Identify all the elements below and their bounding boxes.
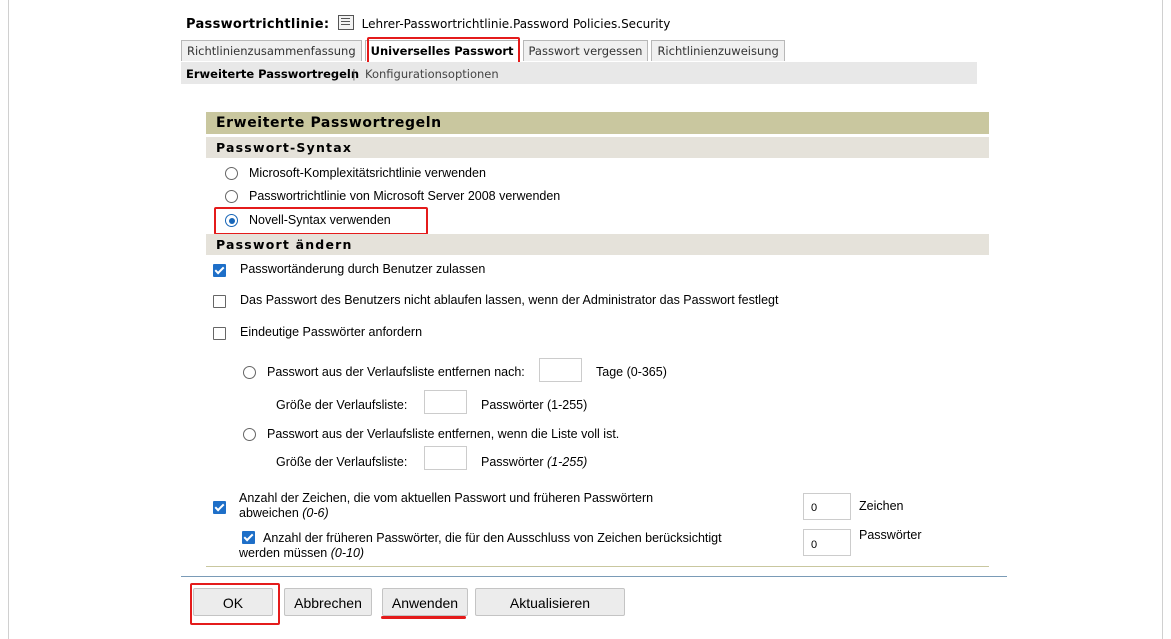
allow-user-change-row[interactable]: Passwortänderung durch Benutzer zulassen	[213, 262, 485, 277]
panel-title-text: Erweiterte Passwortregeln	[216, 115, 442, 131]
section-password-syntax: Passwort-Syntax	[206, 137, 989, 158]
remove-after-days-label: Passwort aus der Verlaufsliste entfernen…	[267, 365, 525, 379]
history-size-range-2: Passwörter (1-255)	[481, 455, 587, 469]
section-change-password: Passwort ändern	[206, 234, 989, 255]
diff-chars-line1: Anzahl der Zeichen, die vom aktuellen Pa…	[239, 491, 654, 505]
unique-passwords-row[interactable]: Eindeutige Passwörter anfordern	[213, 325, 422, 340]
syntax-option-label: Microsoft-Komplexitätsrichtlinie verwend…	[249, 166, 486, 180]
no-expire-row[interactable]: Das Passwort des Benutzers nicht ablaufe…	[213, 293, 778, 308]
policy-header: Passwortrichtlinie: Lehrer-Passwortricht…	[186, 15, 670, 32]
refresh-button[interactable]: Aktualisieren	[475, 588, 625, 616]
diff-chars-checkbox[interactable]	[213, 501, 226, 514]
subnav-advanced-rules[interactable]: Erweiterte Passwortregeln	[186, 67, 359, 81]
policy-object-icon	[337, 15, 354, 30]
prev-passwords-line2: werden müssen	[239, 546, 328, 560]
sub-navigation: Erweiterte Passwortregeln | Konfiguratio…	[181, 62, 977, 84]
unique-passwords-label: Eindeutige Passwörter anfordern	[240, 325, 423, 339]
highlight-universal-password-tab	[367, 37, 520, 65]
history-size-label-2: Größe der Verlaufsliste:	[276, 455, 408, 469]
section-change-password-text: Passwort ändern	[216, 237, 353, 252]
days-input[interactable]	[539, 358, 582, 382]
tab-policy-assignment[interactable]: Richtlinienzuweisung	[651, 40, 785, 61]
prev-passwords-line1: Anzahl der früheren Passwörter, die für …	[263, 531, 722, 545]
highlight-apply-underline	[381, 616, 466, 619]
syntax-option-ms-server-2008[interactable]: Passwortrichtlinie von Microsoft Server …	[225, 189, 560, 203]
apply-button[interactable]: Anwenden	[382, 588, 468, 616]
subnav-config-options[interactable]: Konfigurationsoptionen	[365, 67, 499, 81]
history-size-input-2[interactable]	[424, 446, 467, 470]
syntax-option-ms-complexity[interactable]: Microsoft-Komplexitätsrichtlinie verwend…	[225, 166, 486, 180]
prev-passwords-input[interactable]: 0	[803, 529, 851, 556]
allow-user-change-label: Passwortänderung durch Benutzer zulassen	[240, 262, 486, 276]
policy-label: Passwortrichtlinie:	[186, 17, 330, 32]
remove-when-full-label: Passwort aus der Verlaufsliste entfernen…	[267, 427, 620, 441]
button-bar-divider	[181, 576, 1007, 577]
history-size-range-italic: (1-255)	[547, 455, 588, 469]
tab-policy-summary[interactable]: Richtlinienzusammenfassung	[181, 40, 362, 61]
section-password-syntax-text: Passwort-Syntax	[216, 140, 353, 155]
radio-remove-after-days[interactable]	[243, 366, 256, 379]
no-expire-label: Das Passwort des Benutzers nicht ablaufe…	[240, 293, 779, 307]
highlight-novell-syntax	[214, 207, 428, 235]
no-expire-checkbox[interactable]	[213, 295, 226, 308]
history-size-range-1: Passwörter (1-255)	[481, 398, 588, 412]
diff-chars-input[interactable]: 0	[803, 493, 851, 520]
radio-ms-server-2008[interactable]	[225, 190, 238, 203]
remove-after-days-row[interactable]: Passwort aus der Verlaufsliste entfernen…	[243, 365, 525, 379]
allow-user-change-checkbox[interactable]	[213, 264, 226, 277]
prev-passwords-range: (0-10)	[330, 546, 365, 560]
policy-name: Lehrer-Passwortrichtlinie.Password Polic…	[361, 17, 671, 31]
radio-remove-when-full[interactable]	[243, 428, 256, 441]
diff-chars-line2: abweichen	[239, 506, 299, 520]
cancel-button[interactable]: Abbrechen	[284, 588, 372, 616]
right-frame-border	[1162, 0, 1163, 639]
diff-chars-range: (0-6)	[302, 506, 329, 520]
history-size-input-1[interactable]	[424, 390, 467, 414]
days-range-label: Tage (0-365)	[596, 365, 667, 379]
diff-chars-suffix: Zeichen	[859, 499, 904, 513]
subnav-separator: |	[352, 67, 356, 81]
prev-passwords-suffix: Passwörter	[859, 528, 922, 542]
unique-passwords-checkbox[interactable]	[213, 327, 226, 340]
panel-title: Erweiterte Passwortregeln	[206, 112, 989, 134]
radio-ms-complexity[interactable]	[225, 167, 238, 180]
highlight-ok-button	[190, 583, 280, 625]
panel-bottom-separator	[206, 566, 989, 567]
left-frame-border	[8, 0, 9, 639]
prev-passwords-label: Anzahl der früheren Passwörter, die für …	[239, 531, 722, 561]
tab-forgotten-password[interactable]: Passwort vergessen	[522, 40, 649, 61]
diff-chars-label: Anzahl der Zeichen, die vom aktuellen Pa…	[239, 491, 653, 521]
syntax-option-label: Passwortrichtlinie von Microsoft Server …	[249, 189, 561, 203]
history-size-label-1: Größe der Verlaufsliste:	[276, 398, 408, 412]
remove-when-full-row[interactable]: Passwort aus der Verlaufsliste entfernen…	[243, 427, 619, 441]
history-size-suffix-2: Passwörter	[481, 455, 544, 469]
